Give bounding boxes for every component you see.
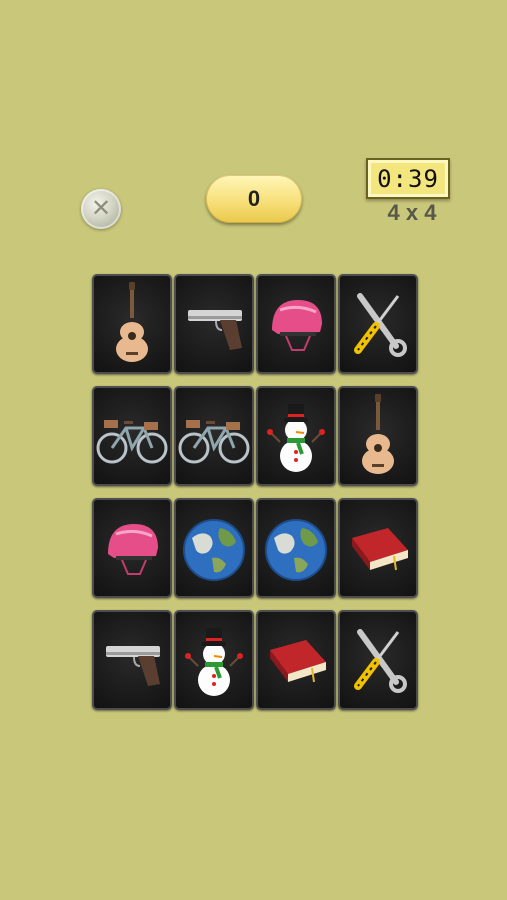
helmet-icon: [272, 300, 322, 351]
card[interactable]: [256, 386, 336, 486]
card[interactable]: [92, 498, 172, 598]
tools-icon: [354, 293, 407, 357]
card[interactable]: [92, 386, 172, 486]
card[interactable]: [338, 610, 418, 710]
pistol-icon: [188, 310, 242, 350]
guitar-icon: [116, 282, 148, 362]
card[interactable]: [256, 274, 336, 374]
pistol-icon: [106, 646, 160, 686]
helmet-icon: [108, 524, 158, 575]
globe-icon: [265, 519, 327, 581]
snowman-icon: [185, 628, 243, 696]
bicycle-icon: [96, 420, 168, 464]
score-value: 0: [247, 186, 261, 211]
score-display: 0: [206, 175, 302, 223]
timer-display: 0:39: [366, 158, 450, 199]
book-icon: [352, 528, 408, 571]
card[interactable]: [338, 274, 418, 374]
card-board: [92, 274, 422, 716]
grid-size-label: 4 x 4: [387, 200, 437, 225]
card[interactable]: [174, 498, 254, 598]
card[interactable]: [174, 274, 254, 374]
card[interactable]: [92, 274, 172, 374]
timer-value: 0:39: [377, 164, 439, 193]
card[interactable]: [256, 498, 336, 598]
card[interactable]: [256, 610, 336, 710]
card[interactable]: [338, 498, 418, 598]
card[interactable]: [174, 610, 254, 710]
globe-icon: [183, 519, 245, 581]
card[interactable]: [338, 386, 418, 486]
guitar-icon: [362, 394, 394, 474]
close-icon: ✕: [90, 195, 112, 222]
card[interactable]: [174, 386, 254, 486]
close-button[interactable]: ✕: [81, 189, 121, 229]
snowman-icon: [267, 404, 325, 472]
tools-icon: [354, 629, 407, 693]
book-icon: [270, 640, 326, 683]
card[interactable]: [92, 610, 172, 710]
bicycle-icon: [178, 420, 250, 464]
